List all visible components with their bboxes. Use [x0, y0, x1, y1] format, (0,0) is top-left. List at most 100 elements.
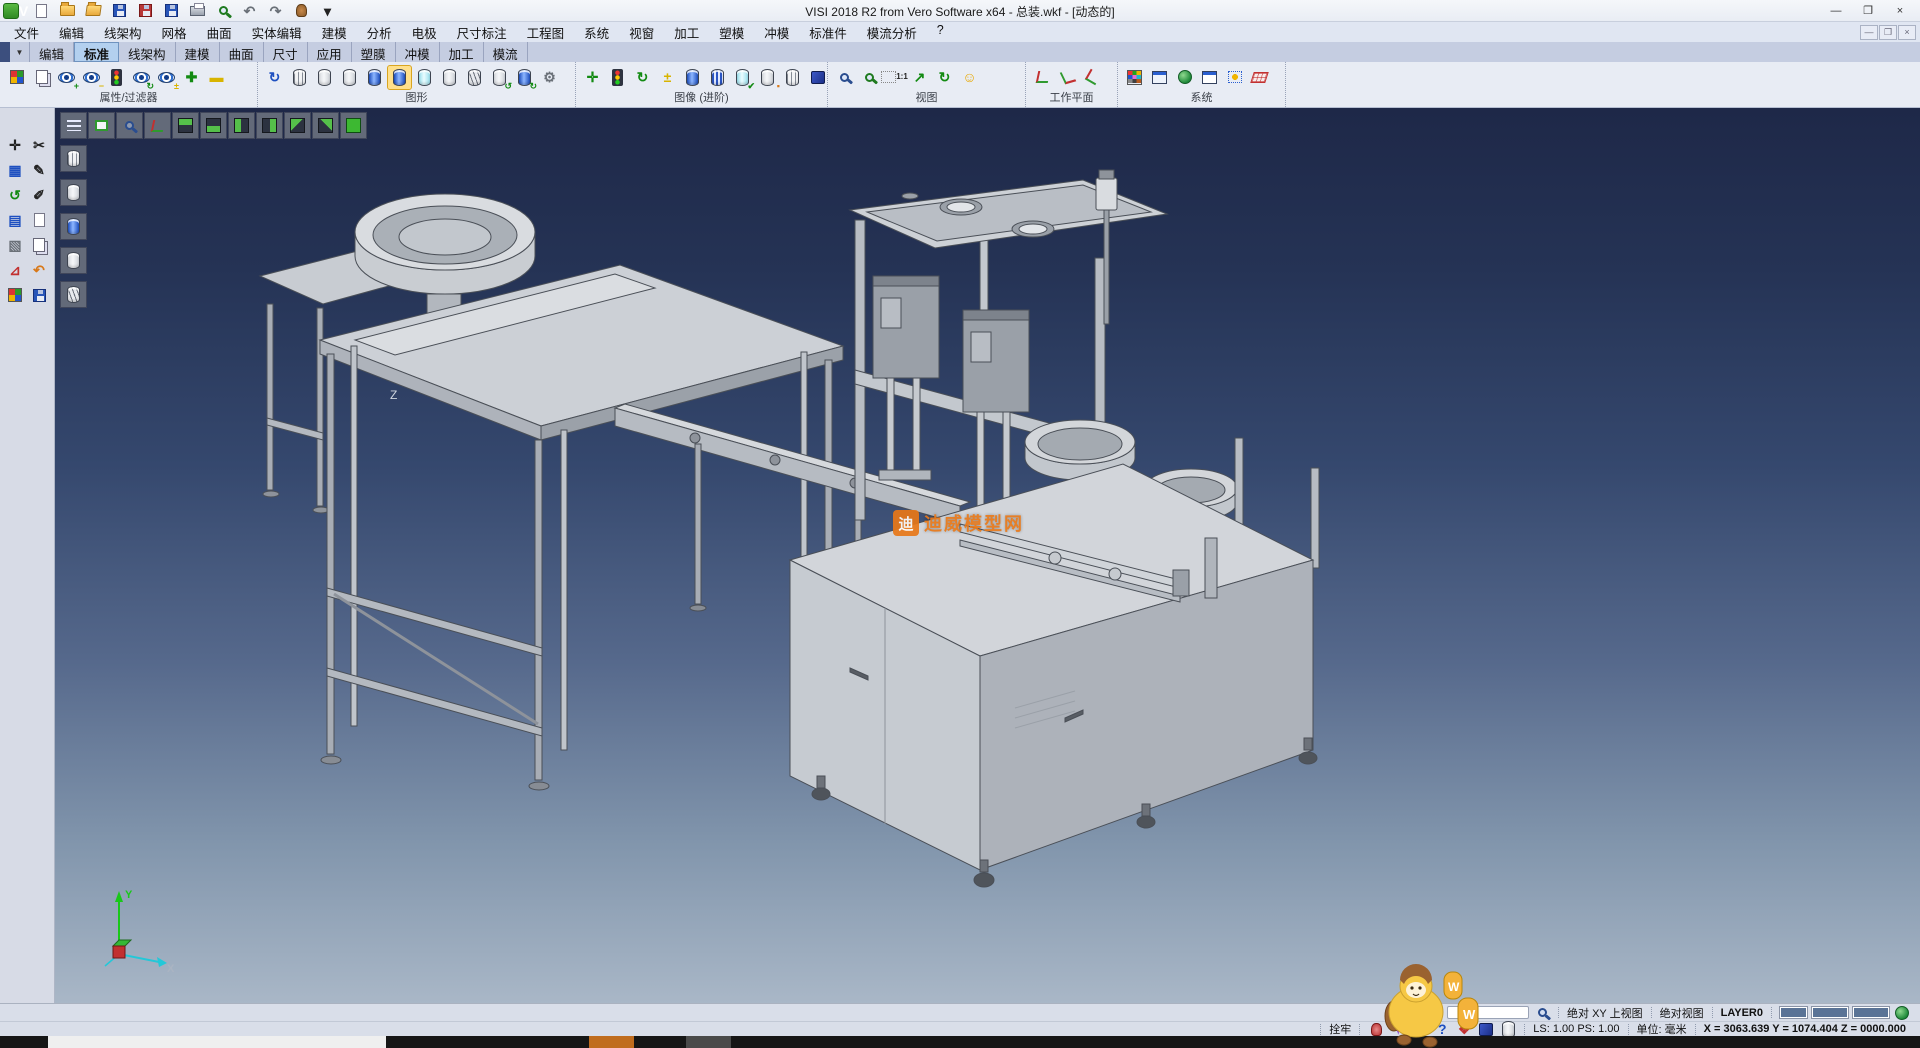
toolbar-options-icon[interactable]: ▾ [316, 0, 339, 22]
visibility-filter-icon[interactable] [105, 66, 128, 89]
menu-item-wireframe[interactable]: 线架构 [94, 21, 152, 44]
view-top-icon[interactable] [172, 112, 199, 139]
view-right-icon[interactable] [312, 112, 339, 139]
view-mode-label[interactable]: 绝对 XY 上视图 [1567, 1005, 1643, 1021]
doc-tool-icon[interactable] [28, 234, 50, 256]
view-bottom-icon[interactable] [200, 112, 227, 139]
grid-config-icon[interactable] [1248, 66, 1271, 89]
wireframe-mode-icon[interactable] [288, 66, 311, 89]
zoom-one-to-one-icon[interactable]: 1:1 [883, 66, 906, 89]
menu-item-solid-edit[interactable]: 实体编辑 [242, 21, 312, 44]
tab-application[interactable]: 应用 [308, 42, 352, 62]
mdi-close-button[interactable]: × [1898, 25, 1916, 40]
solid-striped-icon[interactable] [706, 66, 729, 89]
view-back-icon[interactable] [256, 112, 283, 139]
shade-wireframe-icon[interactable] [60, 145, 87, 172]
maximize-button[interactable]: ❐ [1852, 2, 1884, 20]
taskbar-item[interactable] [48, 1036, 386, 1048]
tab-edit[interactable]: 编辑 [30, 42, 74, 62]
print-preview-icon[interactable] [212, 0, 235, 22]
compass-tool-icon[interactable]: ⊿ [4, 259, 26, 281]
menu-item-file[interactable]: 文件 [4, 21, 49, 44]
advanced-refresh-icon[interactable]: ↻ [631, 66, 654, 89]
snap-config-icon[interactable] [1223, 66, 1246, 89]
menu-item-flow-analysis[interactable]: 模流分析 [857, 21, 927, 44]
pan-view-icon[interactable]: ↗ [908, 66, 931, 89]
advanced-filter-icon[interactable] [606, 66, 629, 89]
shaded-edges-mode-icon[interactable] [388, 66, 411, 89]
flat-shaded-mode-icon[interactable] [438, 66, 461, 89]
save-tool-icon[interactable] [28, 284, 50, 306]
sheet-tool-icon[interactable] [28, 209, 50, 231]
undo-tool-icon[interactable]: ↶ [28, 259, 50, 281]
zoom-previous-icon[interactable] [833, 66, 856, 89]
hidden-line-mode-icon[interactable] [313, 66, 336, 89]
globe-icon[interactable] [1894, 1005, 1910, 1021]
search-input[interactable] [1447, 1006, 1529, 1019]
translucent-mode-icon[interactable] [413, 66, 436, 89]
refresh-visibility-icon[interactable]: ↻ [130, 66, 153, 89]
menu-item-edit[interactable]: 编辑 [49, 21, 94, 44]
menu-item-analysis[interactable]: 分析 [357, 21, 402, 44]
stamp-status-icon[interactable] [1368, 1022, 1384, 1037]
solid-wire-icon[interactable] [781, 66, 804, 89]
color-table-icon[interactable] [1123, 66, 1146, 89]
save-as-icon[interactable] [134, 0, 157, 22]
show-all-icon[interactable]: ✚ [180, 66, 203, 89]
advanced-invert-icon[interactable]: ± [656, 66, 679, 89]
menu-item-machining[interactable]: 加工 [664, 21, 709, 44]
open-file-icon[interactable] [56, 0, 79, 22]
menu-item-drawing[interactable]: 工程图 [517, 21, 575, 44]
tab-mold[interactable]: 塑膜 [352, 42, 396, 62]
show-entities-icon[interactable]: + [55, 66, 78, 89]
package-status-icon[interactable]: ❖ [1456, 1022, 1472, 1037]
graphics-options-icon[interactable]: ⚙ [538, 66, 561, 89]
restore-graphics-icon[interactable]: ↻ [513, 66, 536, 89]
undo-icon[interactable]: ↶ [238, 0, 261, 22]
viewport-canvas[interactable]: 迪 迪威模型网 Z Y X [55, 108, 1920, 1003]
visi-logo-icon[interactable]: V [4, 0, 27, 22]
shade-tool-icon[interactable]: ▧ [4, 234, 26, 256]
tab-modeling[interactable]: 建模 [176, 42, 220, 62]
hide-entities-icon[interactable]: − [80, 66, 103, 89]
layer-tool-icon[interactable]: ▤ [4, 209, 26, 231]
tab-standard[interactable]: 标准 [74, 42, 119, 62]
view-left-icon[interactable] [284, 112, 311, 139]
advanced-axes-icon[interactable]: ✛ [581, 66, 604, 89]
print-icon[interactable] [186, 0, 209, 22]
shade-status-icon[interactable] [1500, 1022, 1516, 1037]
new-file-icon[interactable] [30, 0, 53, 22]
history-icon[interactable] [290, 0, 313, 22]
snap-lock-label[interactable]: 拴牢 [1329, 1021, 1351, 1037]
view-iso-icon[interactable] [340, 112, 367, 139]
redo-icon[interactable]: ↷ [264, 0, 287, 22]
menu-item-surface[interactable]: 曲面 [197, 21, 242, 44]
invert-visibility-icon[interactable]: ± [155, 66, 178, 89]
fit-view-icon[interactable] [88, 112, 115, 139]
zoom-window-icon[interactable] [858, 66, 881, 89]
shade-hatch-icon[interactable] [60, 281, 87, 308]
solid-shaded-icon[interactable] [681, 66, 704, 89]
tab-dimension[interactable]: 尺寸 [264, 42, 308, 62]
shade-hidden-icon[interactable] [60, 179, 87, 206]
taskbar-item[interactable] [589, 1036, 634, 1048]
cut-tool-icon[interactable]: ✂ [28, 134, 50, 156]
render-cube-icon[interactable] [806, 66, 829, 89]
help-status-icon[interactable]: ? [1434, 1022, 1450, 1037]
tab-surface[interactable]: 曲面 [220, 42, 264, 62]
copy-attributes-icon[interactable] [30, 66, 53, 89]
view-axes-icon[interactable] [144, 112, 171, 139]
refresh-view-icon[interactable]: ↻ [933, 66, 956, 89]
tab-machining[interactable]: 加工 [440, 42, 484, 62]
shade-shaded-icon[interactable] [60, 213, 87, 240]
edit-tool-icon[interactable]: ✐ [28, 184, 50, 206]
select-tool-icon[interactable]: ✛ [4, 134, 26, 156]
regen-graphics-icon[interactable]: ↻ [263, 66, 286, 89]
solid-check-icon[interactable]: ✔ [731, 66, 754, 89]
taskbar-item[interactable] [686, 1036, 731, 1048]
save-all-icon[interactable] [160, 0, 183, 22]
solid-export-icon[interactable]: ▪ [756, 66, 779, 89]
tab-dropdown-icon[interactable]: ▼ [10, 42, 30, 62]
workplane-status-icon[interactable] [1478, 1022, 1494, 1037]
mdi-minimize-button[interactable]: — [1860, 25, 1878, 40]
